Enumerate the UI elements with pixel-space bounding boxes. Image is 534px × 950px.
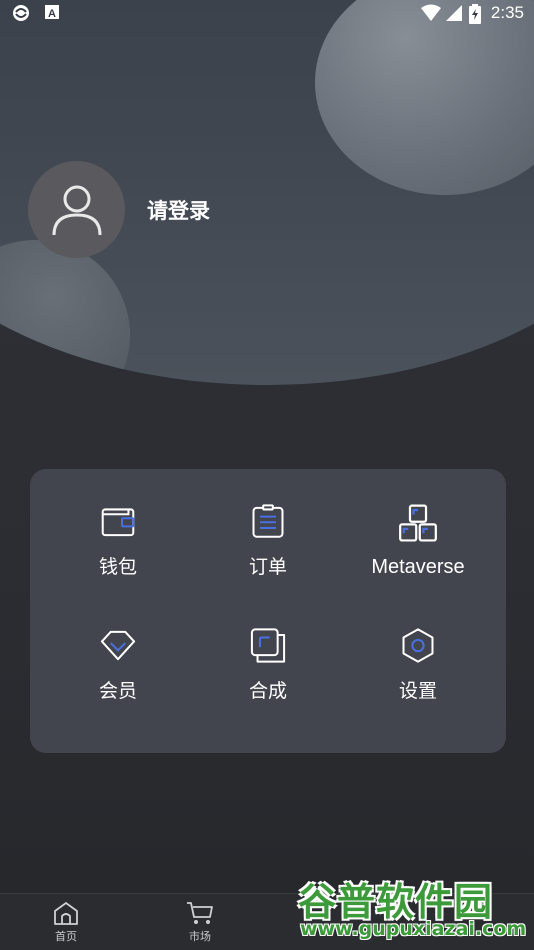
nav-item-home[interactable]: 首页	[31, 900, 101, 944]
decorative-bubble-small	[0, 240, 130, 385]
menu-item-metaverse[interactable]: Metaverse	[343, 469, 493, 579]
cubes-icon	[399, 504, 437, 542]
app-screen: A 2:35 请登录 钱包 订单 Metaverse 会员 合成 设置 首页 市…	[0, 0, 534, 950]
status-bar: A 2:35	[0, 0, 534, 28]
profile-login-area[interactable]: 请登录	[28, 161, 210, 258]
a-badge-icon: A	[44, 4, 62, 22]
battery-charging-icon	[468, 4, 481, 24]
menu-card: 钱包 订单 Metaverse 会员 合成 设置	[30, 469, 506, 753]
diamond-icon	[100, 630, 136, 661]
menu-item-label: Metaverse	[371, 556, 465, 578]
menu-item-synthesis[interactable]: 合成	[193, 593, 343, 703]
user-icon	[52, 185, 101, 235]
menu-item-wallet[interactable]: 钱包	[43, 469, 193, 579]
menu-item-label: 订单	[248, 556, 287, 578]
signal-icon	[445, 4, 463, 22]
menu-item-label: 设置	[398, 680, 437, 702]
avatar[interactable]	[28, 161, 125, 258]
layers-icon	[250, 628, 286, 663]
nav-label: 市场	[189, 930, 211, 943]
menu-item-label: 会员	[98, 680, 137, 702]
menu-item-orders[interactable]: 订单	[193, 469, 343, 579]
order-icon	[252, 504, 284, 538]
nav-item-market[interactable]: 市场	[165, 900, 235, 944]
home-icon	[54, 902, 78, 925]
svg-text:A: A	[48, 8, 56, 20]
login-prompt[interactable]: 请登录	[147, 195, 210, 225]
menu-item-settings[interactable]: 设置	[343, 593, 493, 703]
wifi-icon	[420, 4, 441, 22]
watermark-url: www.gupuxiazai.com	[300, 918, 527, 940]
cart-icon	[187, 902, 213, 924]
menu-item-label: 合成	[248, 680, 287, 702]
decorative-bubble-large	[315, 0, 534, 195]
sync-icon	[12, 4, 30, 22]
status-time: 2:35	[490, 3, 524, 22]
settings-hexagon-icon	[402, 628, 434, 663]
menu-item-label: 钱包	[98, 556, 137, 578]
watermark: 谷普软件园 www.gupuxiazai.com	[292, 865, 532, 947]
menu-item-membership[interactable]: 会员	[43, 593, 193, 703]
wallet-icon	[101, 508, 135, 537]
nav-label: 首页	[55, 930, 77, 943]
